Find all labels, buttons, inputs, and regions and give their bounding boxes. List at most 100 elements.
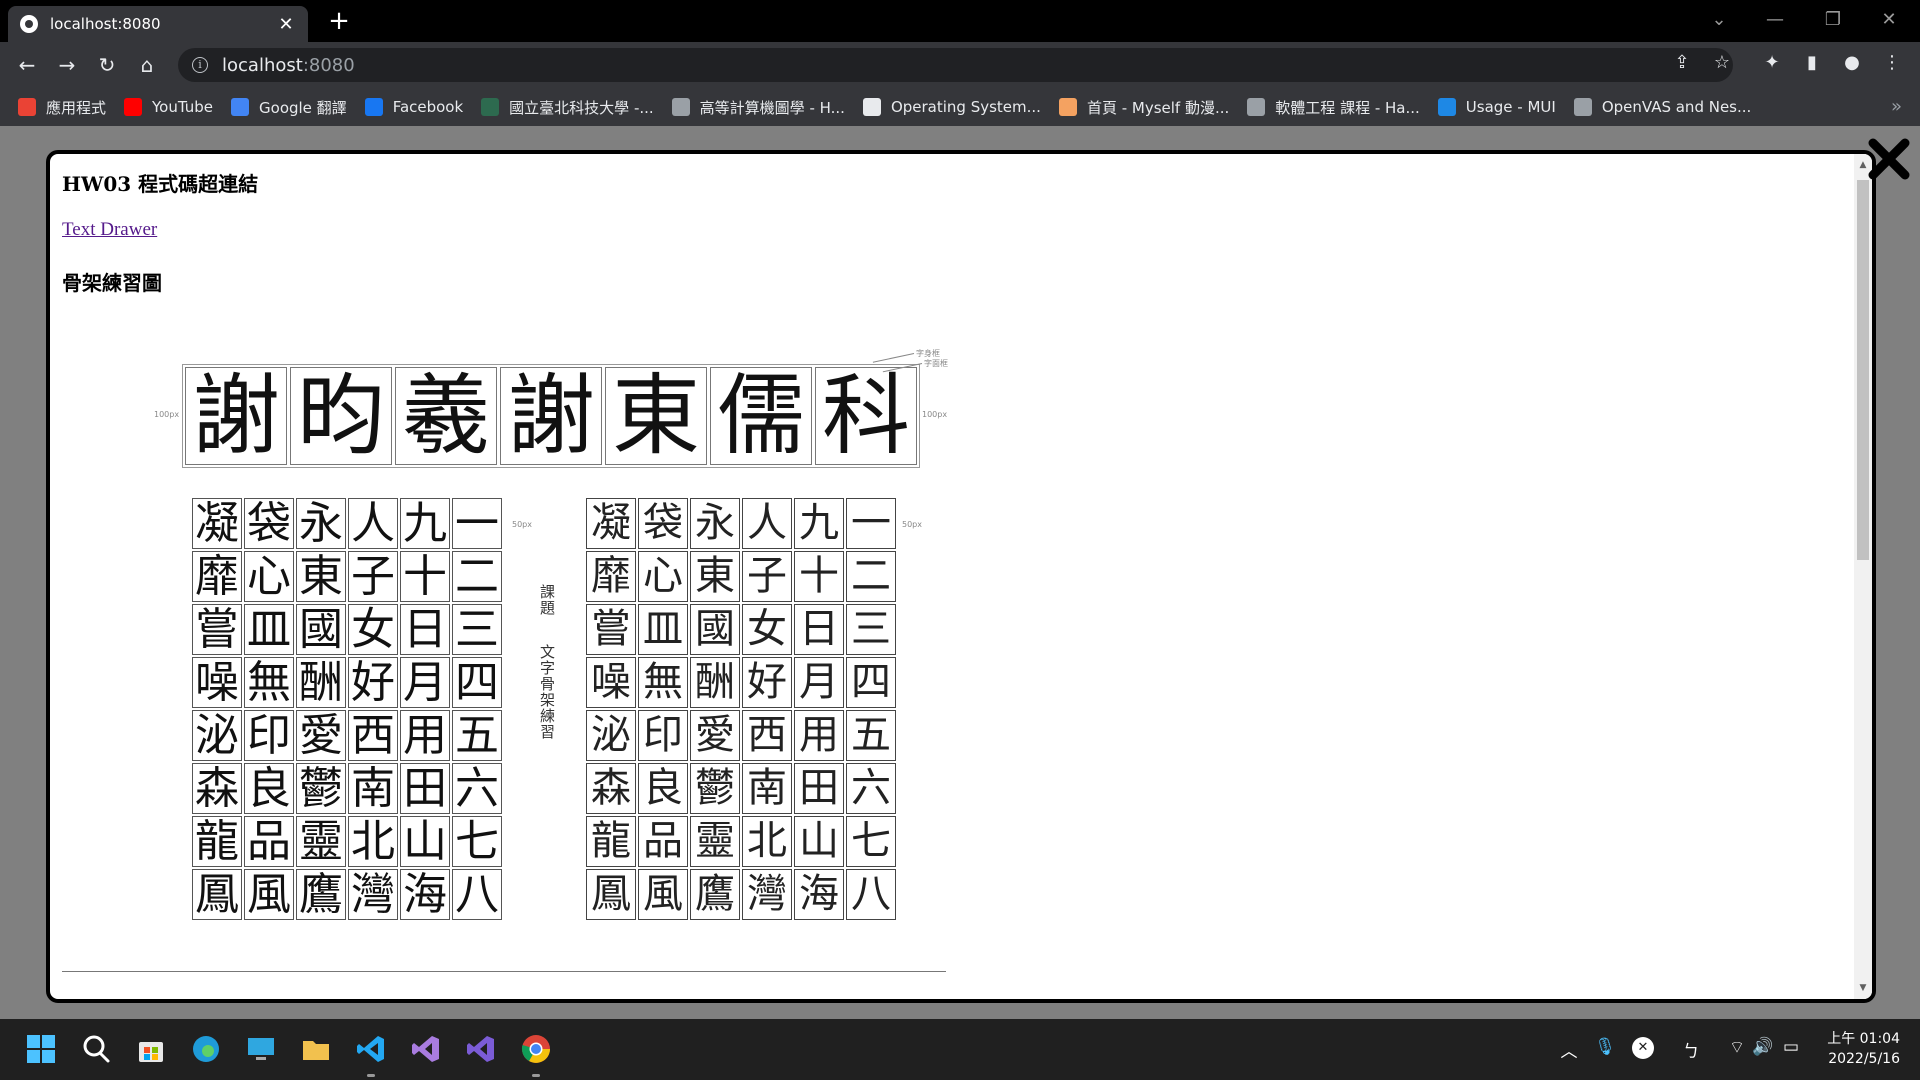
practice-char-cell: 山 [794,816,844,867]
practice-char-cell: 月 [400,657,450,708]
skeleton-grid-right: 凝袋永人九一靡心東子十二嘗皿國女日三噪無酬好月四泌印愛西用五森良鬱南田六龍品靈北… [586,498,896,920]
practice-char-cell: 靈 [296,816,346,867]
window-close-button[interactable]: ✕ [1862,0,1916,40]
text-drawer-link[interactable]: Text Drawer [62,219,157,241]
tray-overflow-icon[interactable]: ︿ [1556,1037,1582,1062]
visual-studio-icon[interactable] [465,1033,497,1065]
forward-button[interactable]: → [52,50,82,80]
practice-char-cell: 四 [452,657,502,708]
start-icon[interactable] [25,1033,57,1065]
practice-char-cell: 月 [794,657,844,708]
bookmark-label: Facebook [392,98,464,116]
microphone-icon[interactable]: 🎙 [1592,1037,1618,1057]
clock-time: 上午 01:04 [1827,1031,1900,1047]
practice-char-cell: 女 [348,604,398,655]
practice-char-cell: 海 [400,869,450,920]
side-panel-icon[interactable]: ▮ [1797,48,1827,78]
practice-char-cell: 無 [638,657,688,708]
bookmark-item[interactable]: YouTube [124,98,213,116]
practice-char-cell: 嘗 [586,604,636,655]
bookmark-item[interactable]: 首頁 - Myself 動漫... [1058,97,1229,118]
bookmark-item[interactable]: 應用程式 [18,97,106,118]
scroll-thumb[interactable] [1857,180,1869,560]
practice-char-cell: 印 [244,710,294,761]
file-explorer-icon[interactable] [300,1033,332,1065]
google-translate-icon [231,98,250,116]
practice-char-cell: 國 [690,604,740,655]
practice-char-cell: 十 [400,551,450,602]
bookmarks-overflow-icon[interactable]: » [1891,96,1902,117]
vertical-label-subject: 課題 [538,584,556,616]
vscode-icon[interactable] [355,1033,387,1065]
ime-indicator[interactable]: ㄅ [1678,1037,1704,1062]
profile-avatar-icon[interactable]: ● [1837,48,1867,78]
tab-close-icon[interactable]: ✕ [276,14,296,35]
back-button[interactable]: ← [12,50,42,80]
practice-char-cell: 袋 [638,498,688,549]
volume-icon[interactable]: 🔊 [1750,1037,1776,1057]
restore-button[interactable]: ❐ [1806,0,1860,40]
practice-char-cell: 噪 [192,657,242,708]
practice-char-cell: 女 [742,604,792,655]
edge-icon[interactable] [190,1033,222,1065]
home-button[interactable]: ⌂ [132,50,162,80]
bookmark-label: 國立臺北科技大學 -... [509,98,654,117]
minimize-button[interactable]: — [1748,0,1802,40]
size-label-50px-left: 50px [512,520,532,529]
practice-char-cell: 灣 [348,869,398,920]
practice-char-cell: 山 [400,816,450,867]
modal-close-icon[interactable] [1866,136,1912,182]
wifi-icon[interactable]: ⌔ [1724,1037,1750,1058]
practice-char-cell: 永 [296,498,346,549]
practice-char-cell: 六 [846,763,896,814]
address-bar[interactable]: i localhost:8080 [178,48,1733,82]
url-text[interactable]: localhost:8080 [222,55,355,76]
practice-char-cell: 良 [638,763,688,814]
bookmark-item[interactable]: OpenVAS and Nes... [1573,98,1751,116]
bookmark-item[interactable]: 軟體工程 課程 - Ha... [1247,97,1420,118]
bookmark-label: Operating System... [890,98,1041,116]
bookmark-label: 應用程式 [46,98,107,117]
bookmark-item[interactable]: Usage - MUI [1437,98,1556,116]
bookmark-item[interactable]: Google 翻譯 [231,97,347,118]
bookmark-item[interactable]: 高等計算機圖學 - H... [671,97,845,118]
clock[interactable]: 上午 01:04 2022/5/16 [1820,1029,1900,1069]
practice-char-cell: 好 [348,657,398,708]
new-tab-button[interactable]: + [324,6,354,36]
bookmark-star-icon[interactable]: ☆ [1707,48,1737,78]
practice-char-cell: 風 [244,869,294,920]
practice-char-cell: 心 [244,551,294,602]
reload-button[interactable]: ↻ [92,50,122,80]
practice-char-cell: 子 [742,551,792,602]
visual-studio-icon[interactable] [410,1033,442,1065]
tab-localhost[interactable]: localhost:8080 ✕ [8,6,308,42]
bookmark-item[interactable]: 國立臺北科技大學 -... [481,97,654,118]
practice-char-cell: 二 [846,551,896,602]
practice-char-cell: 北 [742,816,792,867]
practice-char-cell: 永 [690,498,740,549]
share-icon[interactable]: ⇪ [1667,48,1697,78]
modal-scrollbar[interactable]: ▲ ▼ [1854,154,1872,999]
bookmark-item[interactable]: Operating System... [862,98,1041,116]
name-char-cell: 昀 [290,367,392,465]
practice-char-cell: 愛 [690,710,740,761]
practice-char-cell: 酬 [296,657,346,708]
next-section-title: 底圖 [62,996,102,999]
practice-char-cell: 十 [794,551,844,602]
practice-char-cell: 三 [452,604,502,655]
desktop-icon[interactable] [245,1033,277,1065]
bookmark-item[interactable]: Facebook [364,98,464,116]
bookmark-label: 高等計算機圖學 - H... [699,98,845,117]
app-close-icon[interactable]: ✕ [1632,1037,1654,1059]
chrome-menu-icon[interactable]: ⋮ [1877,48,1907,78]
site-info-icon[interactable]: i [192,57,208,73]
practice-char-cell: 用 [794,710,844,761]
scroll-down-arrow[interactable]: ▼ [1854,979,1872,997]
tab-search-icon[interactable]: ⌄ [1692,0,1746,40]
search-icon[interactable] [80,1033,112,1065]
battery-icon[interactable]: ▭ [1778,1037,1804,1057]
chrome-icon[interactable] [520,1033,552,1065]
apps-grid-icon [18,98,36,116]
extensions-icon[interactable]: ✦ [1757,48,1787,78]
store-icon[interactable] [135,1033,167,1065]
